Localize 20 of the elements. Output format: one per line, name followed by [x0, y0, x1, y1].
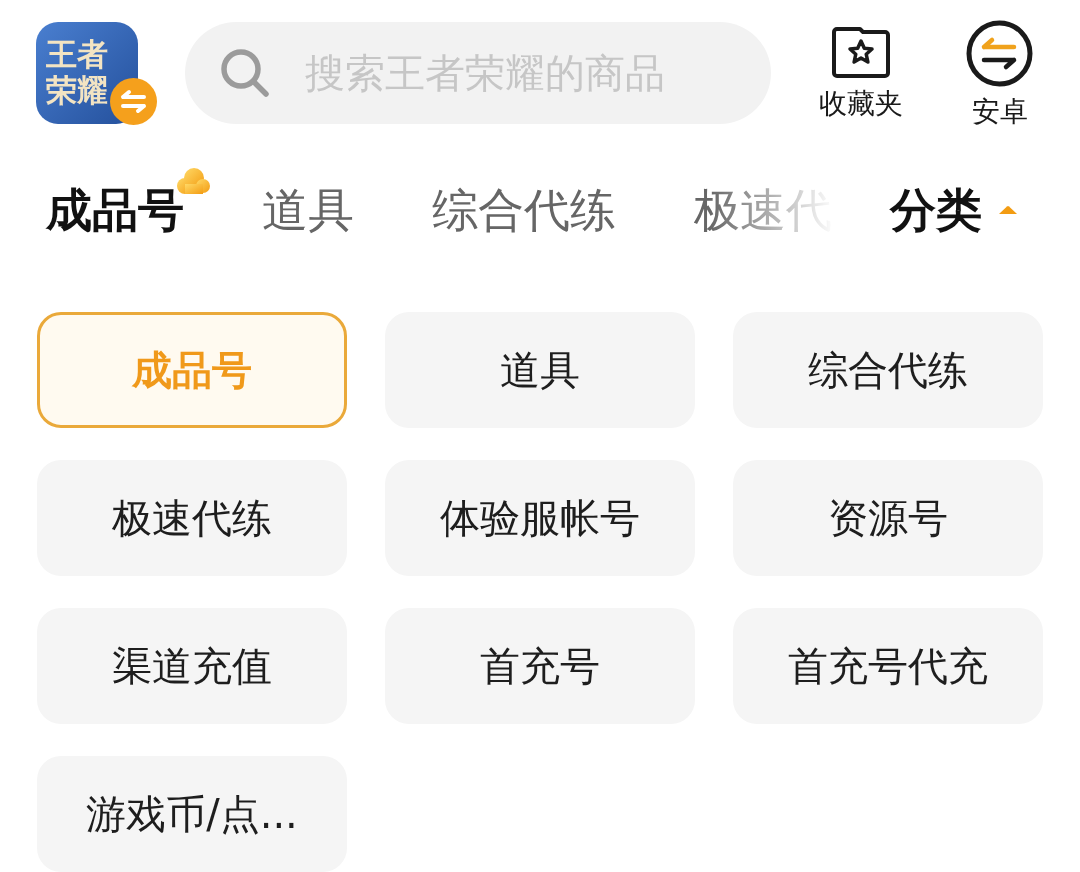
swap-arrows-icon: [966, 20, 1033, 87]
search-icon: [220, 48, 270, 98]
category-option[interactable]: 首充号: [385, 608, 695, 724]
tab[interactable]: 综合代练: [432, 184, 616, 236]
category-option[interactable]: 渠道充值: [37, 608, 347, 724]
category-option[interactable]: 首充号代充: [733, 608, 1043, 724]
category-option[interactable]: 游戏币/点...: [37, 756, 347, 872]
favorites-button[interactable]: 收藏夹: [819, 20, 903, 120]
category-option[interactable]: 体验服帐号: [385, 460, 695, 576]
category-toggle[interactable]: 分类: [890, 184, 1018, 236]
category-option[interactable]: 资源号: [733, 460, 1043, 576]
category-option[interactable]: 道具: [385, 312, 695, 428]
category-option[interactable]: 极速代练: [37, 460, 347, 576]
tab[interactable]: 成品号: [46, 184, 184, 236]
logo-text: 王者荣耀: [46, 36, 109, 108]
tab[interactable]: 道具: [262, 184, 354, 236]
category-option[interactable]: 综合代练: [733, 312, 1043, 428]
folder-star-icon: [831, 26, 891, 79]
swap-badge-icon: [110, 78, 157, 125]
platform-button[interactable]: 安卓: [966, 20, 1033, 128]
